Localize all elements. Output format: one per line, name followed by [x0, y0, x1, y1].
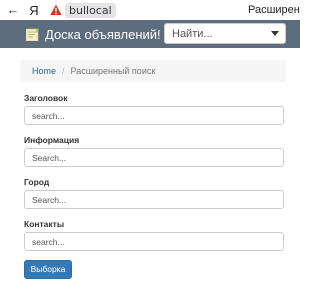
info-label: Информация — [24, 135, 80, 145]
city-label: Город — [24, 177, 50, 187]
breadcrumb-current: Расширенный поиск — [70, 66, 156, 76]
yandex-logo-icon[interactable]: Я — [24, 3, 44, 18]
arrow-left-icon[interactable]: ← — [2, 0, 24, 20]
site-navbar: Доска объявлений! — [0, 20, 300, 48]
breadcrumb-separator: / — [62, 66, 65, 76]
note-logo-icon[interactable] — [26, 27, 39, 41]
warning-triangle-icon[interactable] — [50, 4, 62, 16]
tab-title: Расширенн — [248, 4, 300, 16]
caret-down-icon[interactable] — [271, 31, 279, 36]
breadcrumb-home-link[interactable]: Home — [32, 66, 56, 76]
submit-search-button[interactable]: Выборка — [24, 260, 72, 279]
address-bar[interactable]: bullocal — [65, 2, 116, 18]
contacts-search-input[interactable] — [24, 232, 284, 251]
contacts-label: Контакты — [24, 219, 65, 229]
city-search-input[interactable] — [24, 190, 284, 209]
title-label: Заголовок — [24, 93, 68, 103]
navbar-search[interactable] — [164, 23, 286, 44]
title-search-input[interactable] — [24, 106, 284, 125]
navbar-search-input[interactable] — [165, 24, 265, 43]
site-brand[interactable]: Доска объявлений! — [45, 27, 161, 42]
browser-toolbar: ← Я bullocal Расширенн — [0, 0, 300, 20]
breadcrumb: Home / Расширенный поиск — [20, 60, 286, 82]
info-search-input[interactable] — [24, 148, 284, 167]
